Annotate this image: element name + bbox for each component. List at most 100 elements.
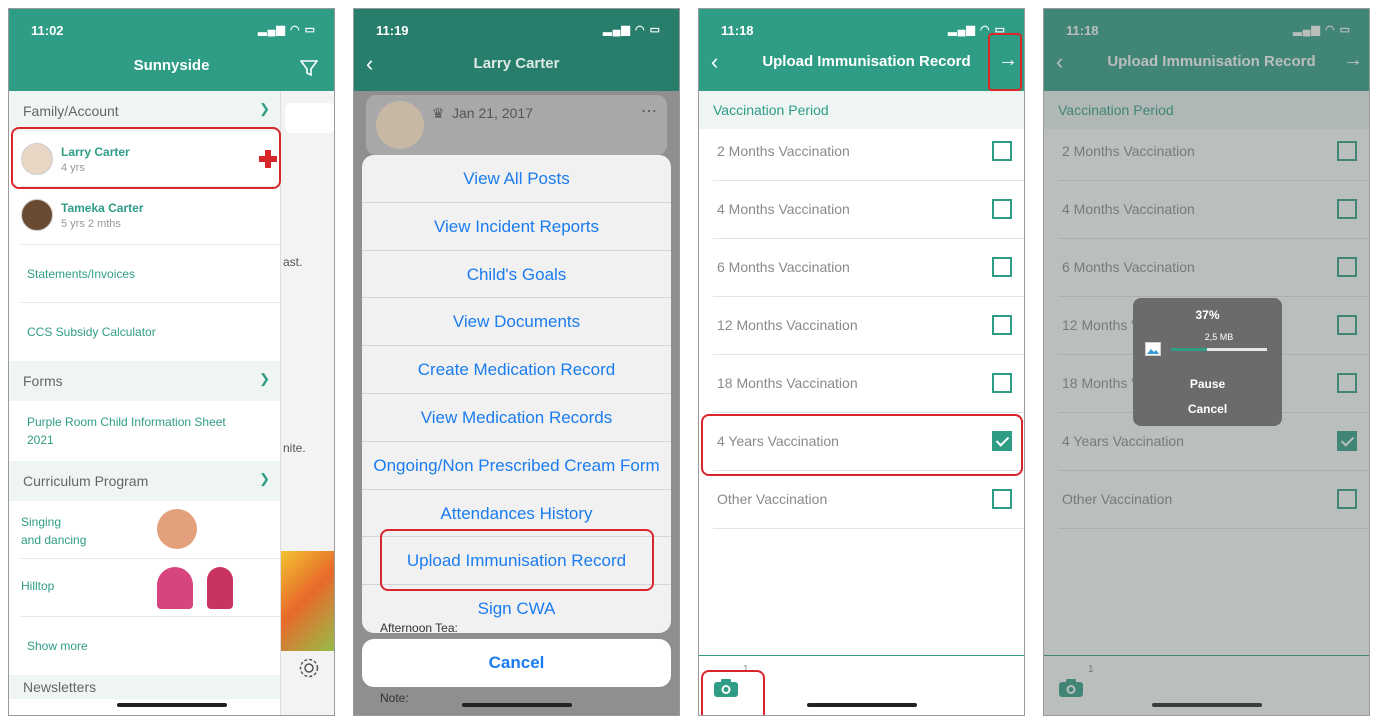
progress-fill bbox=[1171, 348, 1207, 351]
page-title: Upload Immunisation Record bbox=[762, 53, 971, 70]
vaccination-row[interactable]: 12 Months Vaccination bbox=[713, 297, 1024, 355]
page-title: Larry Carter bbox=[473, 55, 560, 72]
highlight-box bbox=[380, 529, 654, 591]
child-age: 5 yrs 2 mths bbox=[61, 218, 121, 230]
highlight-box bbox=[11, 127, 281, 189]
status-time: 11:19 bbox=[376, 23, 409, 38]
cancel-button[interactable]: Cancel bbox=[362, 639, 671, 687]
birth-date: Jan 21, 2017 bbox=[452, 105, 533, 121]
background-feed: ast. nite. bbox=[281, 91, 334, 715]
cancel-upload-button[interactable]: Cancel bbox=[1133, 402, 1282, 416]
vaccination-row[interactable]: Other Vaccination bbox=[713, 471, 1024, 529]
checkbox[interactable] bbox=[992, 257, 1012, 277]
teacher-photo bbox=[207, 567, 233, 609]
progress-percent: 37% bbox=[1195, 308, 1220, 322]
feed-text: ast. bbox=[283, 255, 303, 269]
app-title: Sunnyside bbox=[133, 57, 210, 74]
vaccination-row[interactable]: 6 Months Vaccination bbox=[713, 239, 1024, 297]
form-link[interactable]: Purple Room Child Information Sheet 2021 bbox=[21, 401, 280, 461]
note-label: Note: bbox=[380, 691, 409, 705]
section-title: Newsletters bbox=[23, 679, 97, 695]
section-newsletters[interactable]: Newsletters bbox=[9, 675, 280, 699]
vaccination-label: 12 Months Vaccination bbox=[717, 317, 858, 333]
statements-link[interactable]: Statements/Invoices bbox=[21, 245, 280, 303]
chevron-down-icon: ❯ bbox=[259, 101, 270, 116]
menu-view-documents[interactable]: View Documents bbox=[362, 298, 671, 347]
menu-view-medication-records[interactable]: View Medication Records bbox=[362, 394, 671, 442]
link-text: Singing and dancing bbox=[21, 515, 87, 547]
chevron-down-icon: ❯ bbox=[259, 471, 270, 486]
vaccination-label: 18 Months Vaccination bbox=[717, 375, 858, 391]
highlight-box bbox=[988, 33, 1022, 91]
menu-view-all-posts[interactable]: View All Posts bbox=[362, 155, 671, 203]
ccs-calculator-link[interactable]: CCS Subsidy Calculator bbox=[21, 303, 280, 361]
image-file-icon bbox=[1145, 342, 1161, 356]
section-title: Forms bbox=[23, 373, 63, 389]
feed-text: Afternoon Tea: bbox=[380, 621, 458, 635]
home-indicator bbox=[806, 703, 917, 707]
child-card: ♛ Jan 21, 2017 ⋯ bbox=[366, 95, 667, 155]
link-text: Show more bbox=[27, 639, 88, 653]
vaccination-label: 4 Months Vaccination bbox=[717, 201, 850, 217]
child-row-tameka[interactable]: Tameka Carter 5 yrs 2 mths bbox=[21, 187, 280, 245]
phone-child-actions: 11:19 ▂▄▆ ◠ ▭ ‹ Larry Carter ♛ Jan 21, 2… bbox=[353, 8, 680, 716]
chevron-down-icon: ❯ bbox=[259, 371, 270, 386]
status-time: 11:18 bbox=[721, 23, 754, 38]
status-bar: 11:02 ▂▄▆ ◠ ▭ bbox=[9, 9, 334, 43]
fruit-image bbox=[281, 551, 334, 651]
avatar bbox=[376, 101, 424, 149]
section-title: Family/Account bbox=[23, 103, 119, 119]
avatar bbox=[21, 199, 53, 231]
phone-menu-drawer: 11:02 ▂▄▆ ◠ ▭ Sunnyside ast. nite. Famil… bbox=[8, 8, 335, 716]
section-forms[interactable]: Forms ❯ bbox=[9, 361, 280, 401]
home-indicator bbox=[461, 703, 572, 707]
vaccination-row[interactable]: 2 Months Vaccination bbox=[713, 123, 1024, 181]
checkbox[interactable] bbox=[992, 141, 1012, 161]
menu-cream-form[interactable]: Ongoing/Non Prescribed Cream Form bbox=[362, 442, 671, 490]
section-family-account[interactable]: Family/Account ❯ bbox=[9, 91, 280, 131]
curriculum-item-singing[interactable]: Singing and dancing bbox=[21, 501, 280, 559]
menu-view-incident-reports[interactable]: View Incident Reports bbox=[362, 203, 671, 251]
pause-button[interactable]: Pause bbox=[1133, 377, 1282, 391]
home-indicator bbox=[116, 703, 227, 707]
progress-track bbox=[1171, 348, 1267, 351]
vaccination-label: 6 Months Vaccination bbox=[717, 259, 850, 275]
curriculum-item-hilltop[interactable]: Hilltop bbox=[21, 559, 280, 617]
feed-text: nite. bbox=[283, 441, 306, 455]
link-text: Purple Room Child Information Sheet 2021 bbox=[27, 415, 226, 447]
highlight-box bbox=[701, 670, 765, 715]
link-text: Hilltop bbox=[21, 579, 55, 593]
vaccination-label: 2 Months Vaccination bbox=[717, 143, 850, 159]
signal-wifi-battery-icon: ▂▄▆ ◠ ▭ bbox=[603, 24, 661, 36]
vaccination-label: Other Vaccination bbox=[717, 491, 828, 507]
crown-icon: ♛ bbox=[432, 105, 445, 121]
teacher-photo bbox=[157, 567, 193, 609]
checkbox[interactable] bbox=[992, 199, 1012, 219]
filter-icon[interactable] bbox=[300, 59, 318, 77]
child-name: Tameka Carter bbox=[61, 201, 144, 215]
show-more-link[interactable]: Show more bbox=[21, 617, 280, 675]
status-bar: 11:19 ▂▄▆ ◠ ▭ bbox=[354, 9, 679, 43]
menu-childs-goals[interactable]: Child's Goals bbox=[362, 251, 671, 299]
highlight-box bbox=[701, 414, 1023, 476]
checkbox[interactable] bbox=[992, 489, 1012, 509]
checkbox[interactable] bbox=[992, 315, 1012, 335]
settings-icon[interactable] bbox=[298, 657, 320, 679]
link-text: Statements/Invoices bbox=[27, 267, 136, 281]
status-bar: 11:18 ▂▄▆ ◠ ▭ bbox=[699, 9, 1024, 43]
section-title: Curriculum Program bbox=[23, 473, 149, 489]
menu-create-medication-record[interactable]: Create Medication Record bbox=[362, 346, 671, 394]
file-size: 2,5 MB bbox=[1204, 332, 1234, 342]
signal-wifi-battery-icon: ▂▄▆ ◠ ▭ bbox=[258, 24, 316, 36]
phone-uploading: 11:18 ▂▄▆ ◠ ▭ ‹ Upload Immunisation Reco… bbox=[1043, 8, 1370, 716]
vaccination-row[interactable]: 4 Months Vaccination bbox=[713, 181, 1024, 239]
vaccination-row[interactable]: 18 Months Vaccination bbox=[713, 355, 1024, 413]
teacher-photo bbox=[157, 509, 197, 549]
phone-upload-record: 11:18 ▂▄▆ ◠ ▭ ‹ Upload Immunisation Reco… bbox=[698, 8, 1025, 716]
more-icon[interactable]: ⋯ bbox=[641, 101, 657, 121]
checkbox[interactable] bbox=[992, 373, 1012, 393]
section-curriculum[interactable]: Curriculum Program ❯ bbox=[9, 461, 280, 501]
search-bar[interactable] bbox=[285, 103, 334, 133]
link-text: CCS Subsidy Calculator bbox=[27, 325, 156, 339]
status-time: 11:02 bbox=[31, 23, 64, 38]
